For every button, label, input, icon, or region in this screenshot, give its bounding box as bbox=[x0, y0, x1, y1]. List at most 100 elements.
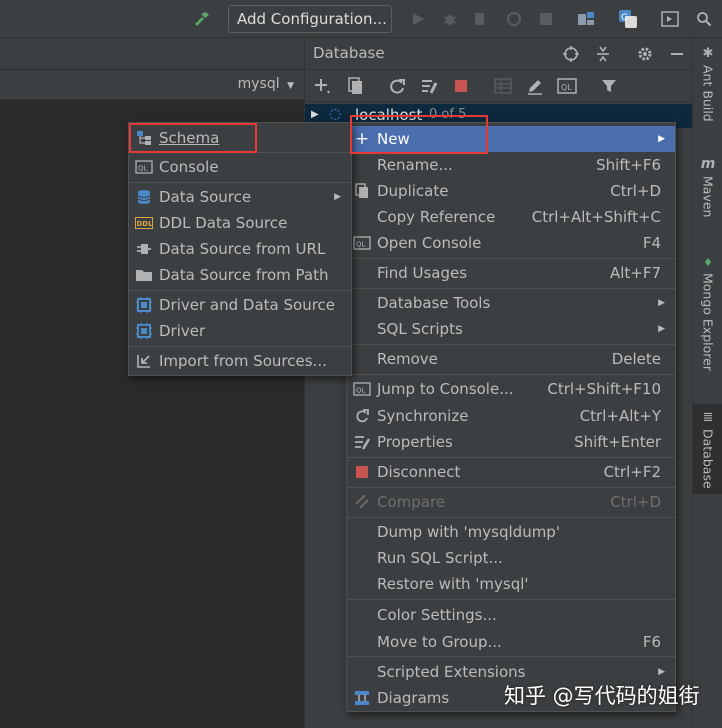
debug-icon[interactable] bbox=[440, 9, 460, 29]
stripe-mongo-explorer[interactable]: ♦ Mongo Explorer bbox=[693, 256, 722, 371]
console-icon: QL bbox=[353, 380, 371, 398]
svg-text:QL: QL bbox=[356, 241, 366, 249]
stop-icon[interactable] bbox=[536, 9, 556, 29]
submenu-item-data-source-from-url[interactable]: Data Source from URL bbox=[129, 236, 351, 262]
submenu-arrow-icon: ▶ bbox=[658, 134, 665, 144]
menu-separator bbox=[347, 258, 675, 259]
presentation-mode-icon[interactable] bbox=[660, 9, 680, 29]
ddl-icon: DDL bbox=[135, 214, 153, 232]
run-coverage-icon[interactable] bbox=[470, 9, 490, 29]
menu-item-synchronize[interactable]: Synchronize Ctrl+Alt+Y bbox=[347, 403, 675, 429]
schema-icon bbox=[135, 129, 153, 147]
tree-item-count: 0 of 5 bbox=[429, 107, 467, 122]
stripe-ant-build[interactable]: ✱ Ant Build bbox=[693, 46, 722, 122]
plus-icon: + bbox=[354, 129, 370, 149]
filter-icon[interactable] bbox=[599, 76, 619, 96]
translate-icon[interactable]: G bbox=[618, 9, 638, 29]
properties-icon bbox=[353, 433, 371, 451]
menu-item-dump-mysqldump[interactable]: Dump with 'mysqldump' bbox=[347, 519, 675, 545]
collapse-all-icon[interactable] bbox=[593, 44, 613, 64]
editor-tab-bar bbox=[0, 38, 304, 70]
menu-item-new[interactable]: + New ▶ bbox=[347, 126, 675, 152]
properties-icon[interactable] bbox=[419, 76, 439, 96]
submenu-item-schema[interactable]: Schema bbox=[129, 125, 351, 151]
menu-item-properties[interactable]: Properties Shift+Enter bbox=[347, 429, 675, 455]
menu-item-rename[interactable]: Rename... Shift+F6 bbox=[347, 152, 675, 178]
profile-icon[interactable] bbox=[504, 9, 524, 29]
menu-item-duplicate[interactable]: Duplicate Ctrl+D bbox=[347, 178, 675, 204]
svg-text:QL: QL bbox=[356, 387, 366, 395]
stripe-maven[interactable]: m Maven bbox=[693, 156, 722, 217]
stripe-label: Ant Build bbox=[700, 65, 716, 122]
submenu-item-console[interactable]: QL Console bbox=[129, 154, 351, 180]
database-icon: ≣ bbox=[702, 410, 714, 425]
ant-icon: ✱ bbox=[702, 46, 714, 61]
submenu-arrow-icon: ▶ bbox=[658, 324, 665, 334]
menu-separator bbox=[347, 517, 675, 518]
maven-icon: m bbox=[700, 156, 716, 172]
console-icon[interactable]: QL bbox=[557, 76, 577, 96]
menu-item-compare[interactable]: Compare Ctrl+D bbox=[347, 489, 675, 515]
edit-icon[interactable] bbox=[525, 76, 545, 96]
driver-icon bbox=[135, 296, 153, 314]
run-icon[interactable] bbox=[408, 9, 428, 29]
add-configuration-button[interactable]: Add Configuration... bbox=[228, 5, 392, 33]
panel-title: Database bbox=[313, 44, 385, 62]
console-icon: QL bbox=[353, 234, 371, 252]
menu-item-copy-reference[interactable]: Copy Reference Ctrl+Alt+Shift+C bbox=[347, 204, 675, 230]
menu-item-open-console[interactable]: QL Open Console F4 bbox=[347, 230, 675, 256]
locate-icon[interactable] bbox=[561, 44, 581, 64]
refresh-icon bbox=[353, 407, 371, 425]
menu-separator bbox=[347, 599, 675, 600]
submenu-item-driver-and-data-source[interactable]: Driver and Data Source bbox=[129, 292, 351, 318]
menu-item-remove[interactable]: Remove Delete bbox=[347, 346, 675, 372]
svg-text:QL: QL bbox=[561, 83, 572, 92]
project-structure-icon[interactable] bbox=[576, 9, 596, 29]
compare-icon bbox=[353, 493, 371, 511]
minimize-icon[interactable] bbox=[667, 44, 687, 64]
menu-item-move-to-group[interactable]: Move to Group... F6 bbox=[347, 629, 675, 655]
submenu-item-ddl-data-source[interactable]: DDL DDL Data Source bbox=[129, 210, 351, 236]
submenu-item-import-from-sources[interactable]: Import from Sources... bbox=[129, 348, 351, 374]
stop-icon[interactable] bbox=[451, 76, 471, 96]
menu-separator bbox=[129, 182, 351, 183]
new-submenu: Schema QL Console Data Source ▶ DDL DDL … bbox=[128, 122, 352, 376]
add-icon[interactable] bbox=[313, 76, 333, 96]
datasource-label: mysql bbox=[237, 76, 280, 92]
context-menu: + New ▶ Rename... Shift+F6 Duplicate Ctr… bbox=[346, 122, 676, 712]
gear-icon[interactable] bbox=[635, 44, 655, 64]
table-icon[interactable] bbox=[493, 76, 513, 96]
submenu-item-driver[interactable]: Driver bbox=[129, 318, 351, 344]
submenu-item-data-source[interactable]: Data Source ▶ bbox=[129, 184, 351, 210]
svg-text:DDL: DDL bbox=[137, 220, 154, 228]
expand-arrow-icon[interactable]: ▶ bbox=[311, 109, 319, 120]
menu-separator bbox=[347, 656, 675, 657]
svg-text:QL: QL bbox=[138, 165, 148, 173]
menu-item-jump-to-console[interactable]: QL Jump to Console... Ctrl+Shift+F10 bbox=[347, 376, 675, 402]
datasource-selector[interactable]: mysql ▼ bbox=[238, 76, 294, 92]
submenu-arrow-icon: ▶ bbox=[334, 192, 341, 202]
menu-separator bbox=[347, 487, 675, 488]
menu-item-find-usages[interactable]: Find Usages Alt+F7 bbox=[347, 260, 675, 286]
refresh-icon[interactable] bbox=[387, 76, 407, 96]
mysql-icon: ◌ bbox=[329, 106, 342, 122]
submenu-item-data-source-from-path[interactable]: Data Source from Path bbox=[129, 262, 351, 288]
menu-item-color-settings[interactable]: Color Settings... bbox=[347, 602, 675, 628]
main-toolbar: Add Configuration... G bbox=[0, 0, 722, 38]
copy-icon[interactable] bbox=[345, 76, 365, 96]
menu-item-restore-mysql[interactable]: Restore with 'mysql' bbox=[347, 571, 675, 597]
build-hammer-icon[interactable] bbox=[192, 9, 212, 29]
menu-item-run-sql-script[interactable]: Run SQL Script... bbox=[347, 545, 675, 571]
search-everywhere-icon[interactable] bbox=[694, 9, 714, 29]
mongo-leaf-icon: ♦ bbox=[703, 256, 713, 269]
menu-item-database-tools[interactable]: Database Tools ▶ bbox=[347, 290, 675, 316]
diagram-icon bbox=[353, 689, 371, 707]
stop-icon bbox=[353, 463, 371, 481]
menu-item-sql-scripts[interactable]: SQL Scripts ▶ bbox=[347, 316, 675, 342]
menu-item-disconnect[interactable]: Disconnect Ctrl+F2 bbox=[347, 459, 675, 485]
submenu-arrow-icon: ▶ bbox=[658, 667, 665, 677]
stripe-database[interactable]: ≣ Database bbox=[693, 404, 722, 494]
stripe-label: Maven bbox=[700, 176, 716, 218]
database-icon bbox=[135, 188, 153, 206]
driver-icon bbox=[135, 322, 153, 340]
